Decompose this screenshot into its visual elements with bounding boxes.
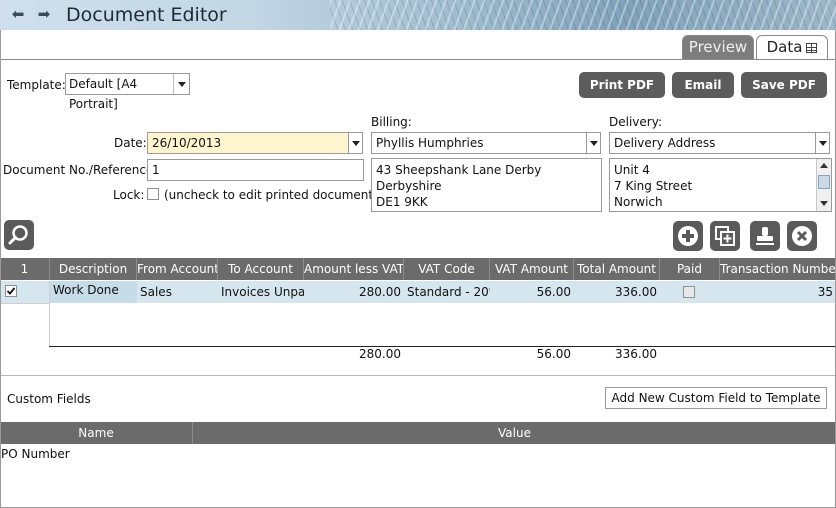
delivery-label: Delivery: <box>609 115 662 129</box>
col-header-paid[interactable]: Paid <box>660 258 720 280</box>
col-header-name[interactable]: Name <box>0 422 193 444</box>
forward-arrow-icon[interactable]: ➡ <box>36 6 52 22</box>
transactions-table-header: 1 Description From Account To Account Am… <box>0 258 836 280</box>
cell-vat-code[interactable]: Standard - 20% <box>404 281 490 303</box>
billing-dropdown-button[interactable] <box>586 132 601 154</box>
col-header-from-account[interactable]: From Account <box>137 258 218 280</box>
close-circle-icon <box>792 226 812 246</box>
header-texture <box>330 0 836 30</box>
save-pdf-button[interactable]: Save PDF <box>741 72 827 98</box>
col-header-vat-code[interactable]: VAT Code <box>404 258 490 280</box>
cell-custom-value[interactable] <box>193 444 836 466</box>
delete-row-button[interactable] <box>787 221 817 251</box>
lock-hint: (uncheck to edit printed document) <box>164 188 378 202</box>
scroll-down-icon[interactable] <box>817 196 831 210</box>
grid-icon <box>806 43 818 53</box>
add-custom-field-button[interactable]: Add New Custom Field to Template <box>605 387 827 409</box>
stamp-icon <box>756 227 774 245</box>
title-bar: ⬅ ➡ Document Editor <box>0 0 836 30</box>
cell-from-account[interactable]: Sales <box>137 281 218 303</box>
delivery-address-line3: Norwich <box>614 195 663 209</box>
total-total-amount: 336.00 <box>615 347 657 361</box>
search-button[interactable] <box>4 220 34 250</box>
row-header-rule <box>0 303 50 304</box>
col-header-total-amount[interactable]: Total Amount <box>574 258 660 280</box>
back-arrow-icon[interactable]: ⬅ <box>10 6 26 22</box>
delivery-name-field[interactable]: Delivery Address <box>609 132 816 154</box>
duplicate-row-button[interactable] <box>710 221 740 251</box>
billing-address-textarea[interactable]: 43 Sheepshank Lane Derby Derbyshire DE1 … <box>371 158 602 212</box>
duplicate-icon <box>715 226 735 246</box>
cell-paid-checkbox[interactable] <box>683 286 695 298</box>
checkmark-icon <box>6 287 16 295</box>
lock-checkbox[interactable] <box>147 188 159 200</box>
tab-preview[interactable]: Preview <box>682 35 754 59</box>
table-row[interactable]: Work Done Sales Invoices Unpaid 280.00 S… <box>0 281 836 303</box>
delivery-dropdown-button[interactable] <box>815 132 830 154</box>
delivery-address-textarea[interactable]: Unit 4 7 King Street Norwich <box>609 158 832 212</box>
row-header-divider <box>49 281 50 347</box>
cell-transaction-number[interactable]: 35 <box>720 281 836 303</box>
scroll-up-icon[interactable] <box>817 159 831 173</box>
col-header-vat-amount[interactable]: VAT Amount <box>490 258 574 280</box>
lock-label: Lock: <box>113 188 145 202</box>
date-label: Date: <box>114 136 147 150</box>
totals-divider <box>49 346 836 347</box>
col-header-amount-less-vat[interactable]: Amount less VAT <box>304 258 404 280</box>
page-title: Document Editor <box>66 4 227 26</box>
cell-vat-amount[interactable]: 56.00 <box>490 281 574 303</box>
scroll-thumb[interactable] <box>818 175 830 189</box>
template-select[interactable]: Default [A4 Portrait] <box>65 73 190 111</box>
date-field[interactable]: 26/10/2013 <box>147 132 349 154</box>
table-row[interactable]: PO Number <box>0 444 836 466</box>
delivery-address-line1: Unit 4 <box>614 163 650 177</box>
date-dropdown-button[interactable] <box>348 132 363 154</box>
total-vat-amount: 56.00 <box>536 347 571 361</box>
cell-amount-less-vat[interactable]: 280.00 <box>304 281 404 303</box>
add-row-button[interactable] <box>673 221 703 251</box>
tab-divider <box>0 59 836 60</box>
stamp-button[interactable] <box>750 221 780 251</box>
cell-to-account[interactable]: Invoices Unpaid <box>218 281 304 303</box>
tab-data[interactable]: Data <box>756 35 828 59</box>
cell-total-amount[interactable]: 336.00 <box>574 281 660 303</box>
plus-circle-icon <box>678 226 698 246</box>
billing-label: Billing: <box>371 115 412 129</box>
col-header-description[interactable]: Description <box>50 258 137 280</box>
template-select-value: Default [A4 Portrait] <box>69 77 138 111</box>
chevron-down-icon <box>173 74 189 94</box>
custom-fields-title: Custom Fields <box>7 392 91 406</box>
total-amount-less-vat: 280.00 <box>359 347 401 361</box>
delivery-address-line2: 7 King Street <box>614 179 693 193</box>
col-header-value[interactable]: Value <box>193 422 836 444</box>
tab-data-label: Data <box>766 38 803 56</box>
row-select-checkbox[interactable] <box>5 285 17 297</box>
col-header-to-account[interactable]: To Account <box>218 258 304 280</box>
section-divider <box>0 375 836 376</box>
billing-address-line1: 43 Sheepshank Lane Derby Derbyshire <box>376 163 542 193</box>
docno-field[interactable]: 1 <box>147 159 364 181</box>
delivery-scrollbar[interactable] <box>816 159 831 211</box>
cell-description[interactable]: Work Done <box>50 279 137 301</box>
custom-fields-table-header: Name Value <box>0 422 836 444</box>
cell-custom-name[interactable]: PO Number <box>0 443 191 465</box>
search-icon <box>8 225 28 245</box>
billing-name-field[interactable]: Phyllis Humphries <box>371 132 587 154</box>
docno-label: Document No./Reference: <box>3 163 158 177</box>
template-label: Template: <box>7 78 66 92</box>
billing-address-line2: DE1 9KK <box>376 195 428 209</box>
col-header-transaction-number[interactable]: Transaction Number <box>720 258 836 280</box>
print-pdf-button[interactable]: Print PDF <box>579 72 665 98</box>
email-button[interactable]: Email <box>672 72 734 98</box>
col-header-index[interactable]: 1 <box>0 258 50 280</box>
